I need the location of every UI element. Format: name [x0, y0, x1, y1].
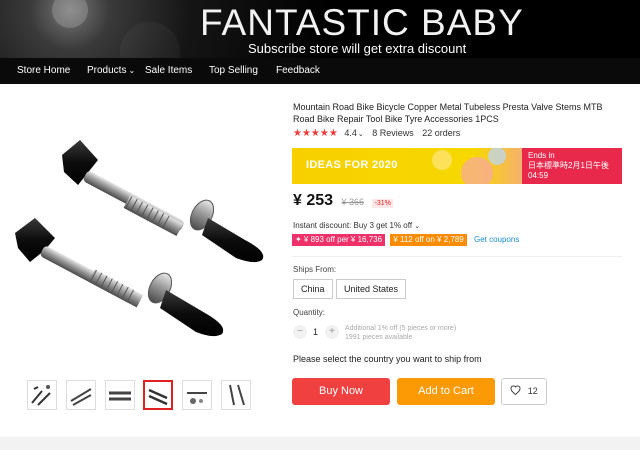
price-row: ¥ 253 ¥ 366 -31%	[293, 192, 393, 210]
ship-country-prompt: Please select the country you want to sh…	[293, 354, 482, 364]
countdown-text: Ends in 日本標準時2月1日午後04:59	[528, 151, 618, 181]
star-rating-icon: ★★★★★	[293, 128, 338, 139]
add-to-cart-button[interactable]: Add to Cart	[397, 378, 495, 405]
thumbnail-image	[148, 388, 168, 406]
chevron-down-icon: ⌄	[357, 131, 364, 138]
store-banner: FANTASTIC BABY Subscribe store will get …	[0, 0, 640, 58]
store-tagline: Subscribe store will get extra discount	[248, 41, 467, 56]
countdown-time: 日本標準時2月1日午後04:59	[528, 161, 609, 180]
heart-icon	[510, 385, 521, 396]
get-coupons-link[interactable]: Get coupons	[474, 235, 519, 244]
thumbnail-image	[31, 385, 51, 406]
discount-badge: -31%	[372, 199, 393, 208]
original-price: ¥ 366	[341, 197, 365, 207]
quantity-note: Additional 1% off (5 pieces or more) 199…	[345, 324, 456, 342]
stock-available: 1991 pieces available	[345, 334, 413, 341]
thumbnail-1[interactable]	[27, 380, 57, 410]
valve-stem-upper	[62, 140, 264, 263]
chevron-down-icon: ⌄	[128, 66, 136, 75]
thumbnail-6[interactable]	[221, 380, 251, 410]
instant-discount-text: Instant discount: Buy 3 get 1% off	[293, 221, 413, 230]
countdown-panel: Ends in 日本標準時2月1日午後04:59	[522, 148, 622, 184]
rating-row: ★★★★★ 4.4⌄ 8 Reviews 22 orders	[293, 128, 460, 139]
buy-now-button[interactable]: Buy Now	[292, 378, 390, 405]
nav-products-label: Products	[87, 65, 127, 76]
quantity-increase-button[interactable]: +	[325, 325, 339, 339]
coupon-select[interactable]: ¥ 112 off on ¥ 2,789	[390, 234, 467, 246]
orders-count: 22 orders	[422, 128, 461, 138]
thumbnail-5[interactable]	[182, 380, 212, 410]
thumbnail-2[interactable]	[66, 380, 96, 410]
wishlist-count: 12	[527, 386, 538, 396]
bulk-discount-note: Additional 1% off (5 pieces or more)	[345, 325, 457, 332]
reviews-link[interactable]: 8 Reviews	[372, 128, 414, 138]
ship-option-china[interactable]: China	[293, 279, 333, 299]
wishlist-button[interactable]: 12	[501, 378, 547, 405]
thumbnail-image	[229, 384, 245, 406]
store-name: FANTASTIC BABY	[200, 2, 524, 43]
thumbnail-3[interactable]	[105, 380, 135, 410]
nav-store-home[interactable]: Store Home	[17, 65, 70, 76]
rating-value[interactable]: 4.4	[344, 128, 357, 138]
nav-feedback[interactable]: Feedback	[276, 65, 320, 76]
chevron-down-icon: ⌄	[414, 223, 421, 230]
quantity-label: Quantity:	[293, 308, 326, 317]
thumbnail-4[interactable]	[143, 380, 173, 410]
coupon-store[interactable]: ✦ ¥ 893 off per ¥ 16,736	[292, 234, 386, 246]
quantity-input[interactable]: 1	[313, 327, 318, 337]
divider	[292, 256, 622, 257]
nav-products[interactable]: Products ⌄	[87, 65, 135, 76]
product-title: Mountain Road Bike Bicycle Copper Metal …	[293, 102, 603, 124]
ship-option-united-states[interactable]: United States	[336, 279, 407, 299]
store-nav: Store Home Products ⌄ Sale Items Top Sell…	[0, 58, 640, 84]
valve-stem-lower	[15, 218, 224, 337]
promo-label: IDEAS FOR 2020	[306, 159, 398, 171]
coupon-row: ✦ ¥ 893 off per ¥ 16,736 ¥ 112 off on ¥ …	[292, 234, 519, 246]
quantity-decrease-button[interactable]: −	[293, 325, 307, 339]
thumbnail-image	[109, 391, 131, 401]
ships-from-label: Ships From:	[293, 265, 337, 274]
nav-sale-items[interactable]: Sale Items	[145, 65, 192, 76]
current-price: ¥ 253	[293, 192, 334, 209]
page-footer-strip	[0, 437, 640, 450]
promo-banner[interactable]: IDEAS FOR 2020 Ends in 日本標準時2月1日午後04:59	[292, 148, 622, 184]
instant-discount[interactable]: Instant discount: Buy 3 get 1% off ⌄	[293, 221, 420, 230]
nav-top-selling[interactable]: Top Selling	[209, 65, 258, 76]
thumbnail-image	[70, 388, 92, 406]
countdown-label: Ends in	[528, 151, 555, 160]
product-main-image[interactable]	[0, 100, 285, 370]
thumbnail-image	[187, 392, 207, 404]
